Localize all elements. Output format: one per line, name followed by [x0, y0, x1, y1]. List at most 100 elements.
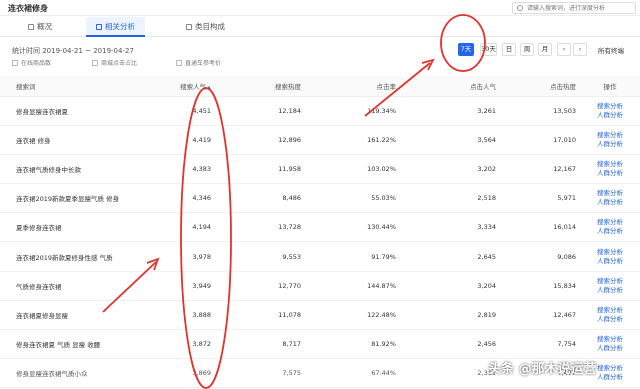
checkbox[interactable] [176, 60, 182, 66]
period-30d-button[interactable]: 30天 [480, 43, 497, 56]
table-row: 连衣裙2019新款夏季显瘦气质 修身 4,346 8,486 55.03% 2,518 5… [0, 183, 640, 214]
watermark: 头条 @那木说运营 [488, 362, 597, 377]
col-click-rate[interactable]: 点击率 [305, 76, 400, 97]
next-button[interactable]: › [573, 43, 587, 56]
table-row: 修身连衣裙夏 气质 显瘦 收腰 3,872 8,717 81.92% 2,456 7,75… [0, 329, 640, 360]
cell-search-heat: 8,486 [215, 183, 305, 214]
search-box[interactable] [512, 2, 636, 14]
cell-search-popularity: 3,869 [170, 358, 215, 389]
cell-search-popularity: 3,872 [170, 329, 215, 360]
filter-mall-click[interactable]: 商城点击占比 [92, 60, 137, 67]
search-analysis-link[interactable]: 搜索分析 [584, 131, 636, 140]
table-row: 修身显瘦连衣裙夏 4,451 12,184 119.34% 3,261 13,503 搜索分… [0, 96, 640, 126]
search-analysis-link[interactable]: 搜索分析 [584, 189, 636, 198]
cell-keyword: 连衣裙夏修身显瘦 [0, 300, 170, 331]
period-month-button[interactable]: 月 [538, 43, 552, 56]
cell-click-popularity: 3,334 [400, 212, 500, 243]
table-header: 搜索词 搜索人气▲ 搜索热度 点击率 点击人气 点击热度 操作 [0, 76, 640, 97]
col-click-heat[interactable]: 点击热度 [500, 76, 580, 97]
sort-icon: ▲ [207, 84, 211, 91]
search-analysis-link[interactable]: 搜索分析 [584, 277, 636, 286]
search-analysis-link[interactable]: 搜索分析 [584, 248, 636, 257]
cell-actions: 搜索分析 人群分析 [580, 154, 640, 185]
cell-search-popularity: 3,888 [170, 300, 215, 331]
cell-keyword: 夏季修身连衣裙 [0, 212, 170, 243]
cell-click-heat: 5,971 [500, 183, 580, 214]
table-row: 连衣裙气质修身中长款 4,383 11,958 103.02% 3,202 12,167 搜… [0, 154, 640, 185]
col-search-popularity[interactable]: 搜索人气▲ [170, 76, 215, 97]
crowd-analysis-link[interactable]: 人群分析 [584, 169, 636, 178]
cell-actions: 搜索分析 人群分析 [580, 271, 640, 301]
col-search-heat[interactable]: 搜索热度 [215, 76, 305, 97]
cell-click-popularity: 2,645 [400, 241, 500, 272]
cell-click-popularity: 3,202 [400, 154, 500, 185]
search-analysis-link[interactable]: 搜索分析 [584, 335, 636, 344]
table-row: 气质修身连衣裙 3,949 12,770 144.87% 3,204 15,834 搜索分析… [0, 271, 640, 301]
cell-click-popularity: 2,311 [400, 358, 500, 389]
cell-search-popularity: 3,978 [170, 241, 215, 272]
search-analysis-link[interactable]: 搜索分析 [584, 102, 636, 111]
date-range: 统计时间 2019-04-21 ~ 2019-04-27 [12, 47, 134, 55]
crowd-analysis-link[interactable]: 人群分析 [584, 111, 636, 120]
cell-keyword: 连衣裙 修身 [0, 125, 170, 155]
period-7d-button[interactable]: 7天 [458, 43, 474, 56]
cell-search-heat: 9,553 [215, 241, 305, 272]
filter-online-goods[interactable]: 在线商品数 [12, 60, 51, 67]
cell-search-popularity: 4,346 [170, 183, 215, 214]
crowd-analysis-link[interactable]: 人群分析 [584, 140, 636, 149]
table-row: 连衣裙 修身 4,419 12,896 161.22% 3,564 17,010 搜索分析人… [0, 125, 640, 155]
crowd-analysis-link[interactable]: 人群分析 [584, 344, 636, 353]
tab-bar: 概况 相关分析 类目构成 [0, 17, 640, 37]
terminal-select[interactable]: 所有终端 [598, 45, 624, 55]
page-title: 连衣裙修身 [8, 4, 48, 13]
cell-click-heat: 13,503 [500, 96, 580, 126]
filter-ztc-price[interactable]: 直通车参考价 [176, 60, 221, 67]
top-bar: 连衣裙修身 [0, 0, 640, 16]
cell-click-heat: 12,467 [500, 300, 580, 331]
tab-related-analysis[interactable]: 相关分析 [86, 17, 145, 37]
cell-click-rate: 161.22% [305, 125, 400, 155]
cell-search-heat: 12,184 [215, 96, 305, 126]
tab-icon [96, 23, 102, 30]
checkbox[interactable] [92, 60, 98, 66]
crowd-analysis-link[interactable]: 人群分析 [584, 286, 636, 295]
period-week-button[interactable]: 周 [520, 43, 534, 56]
cell-click-rate: 55.03% [305, 183, 400, 214]
cell-click-rate: 103.02% [305, 154, 400, 185]
crowd-analysis-link[interactable]: 人群分析 [584, 257, 636, 266]
cell-search-heat: 8,717 [215, 329, 305, 360]
tab-overview[interactable]: 概况 [18, 17, 62, 37]
crowd-analysis-link[interactable]: 人群分析 [584, 227, 636, 236]
cell-click-rate: 67.44% [305, 358, 400, 389]
period-day-button[interactable]: 日 [502, 43, 516, 56]
col-action: 操作 [580, 76, 640, 97]
date-row: 统计时间 2019-04-21 ~ 2019-04-27 7天 30天 日 周 … [0, 40, 640, 60]
prev-button[interactable]: ‹ [557, 43, 571, 56]
cell-keyword: 连衣裙2019新款夏季显瘦气质 修身 [0, 183, 170, 214]
col-click-popularity[interactable]: 点击人气 [400, 76, 500, 97]
search-analysis-link[interactable]: 搜索分析 [584, 306, 636, 315]
search-input[interactable] [527, 4, 633, 13]
cell-click-rate: 144.87% [305, 271, 400, 301]
cell-keyword: 修身连衣裙夏 气质 显瘦 收腰 [0, 329, 170, 360]
tab-category[interactable]: 类目构成 [176, 17, 235, 37]
cell-keyword: 连衣裙气质修身中长款 [0, 154, 170, 185]
cell-click-popularity: 2,819 [400, 300, 500, 331]
cell-click-heat: 12,167 [500, 154, 580, 185]
tab-icon [28, 23, 34, 30]
cell-click-heat: 7,754 [500, 329, 580, 360]
cell-actions: 搜索分析 人群分析 [580, 212, 640, 243]
cell-click-popularity: 2,518 [400, 183, 500, 214]
cell-search-heat: 13,728 [215, 212, 305, 243]
cell-click-popularity: 3,261 [400, 96, 500, 126]
search-analysis-link[interactable]: 搜索分析 [584, 218, 636, 227]
cell-search-popularity: 4,194 [170, 212, 215, 243]
crowd-analysis-link[interactable]: 人群分析 [584, 315, 636, 324]
cell-keyword: 修身显瘦连衣裙夏 [0, 96, 170, 126]
col-keyword[interactable]: 搜索词 [0, 76, 170, 97]
search-analysis-link[interactable]: 搜索分析 [584, 160, 636, 169]
crowd-analysis-link[interactable]: 人群分析 [584, 198, 636, 207]
checkbox[interactable] [12, 60, 18, 66]
cell-search-popularity: 3,949 [170, 271, 215, 301]
cell-actions: 搜索分析 人群分析 [580, 300, 640, 331]
